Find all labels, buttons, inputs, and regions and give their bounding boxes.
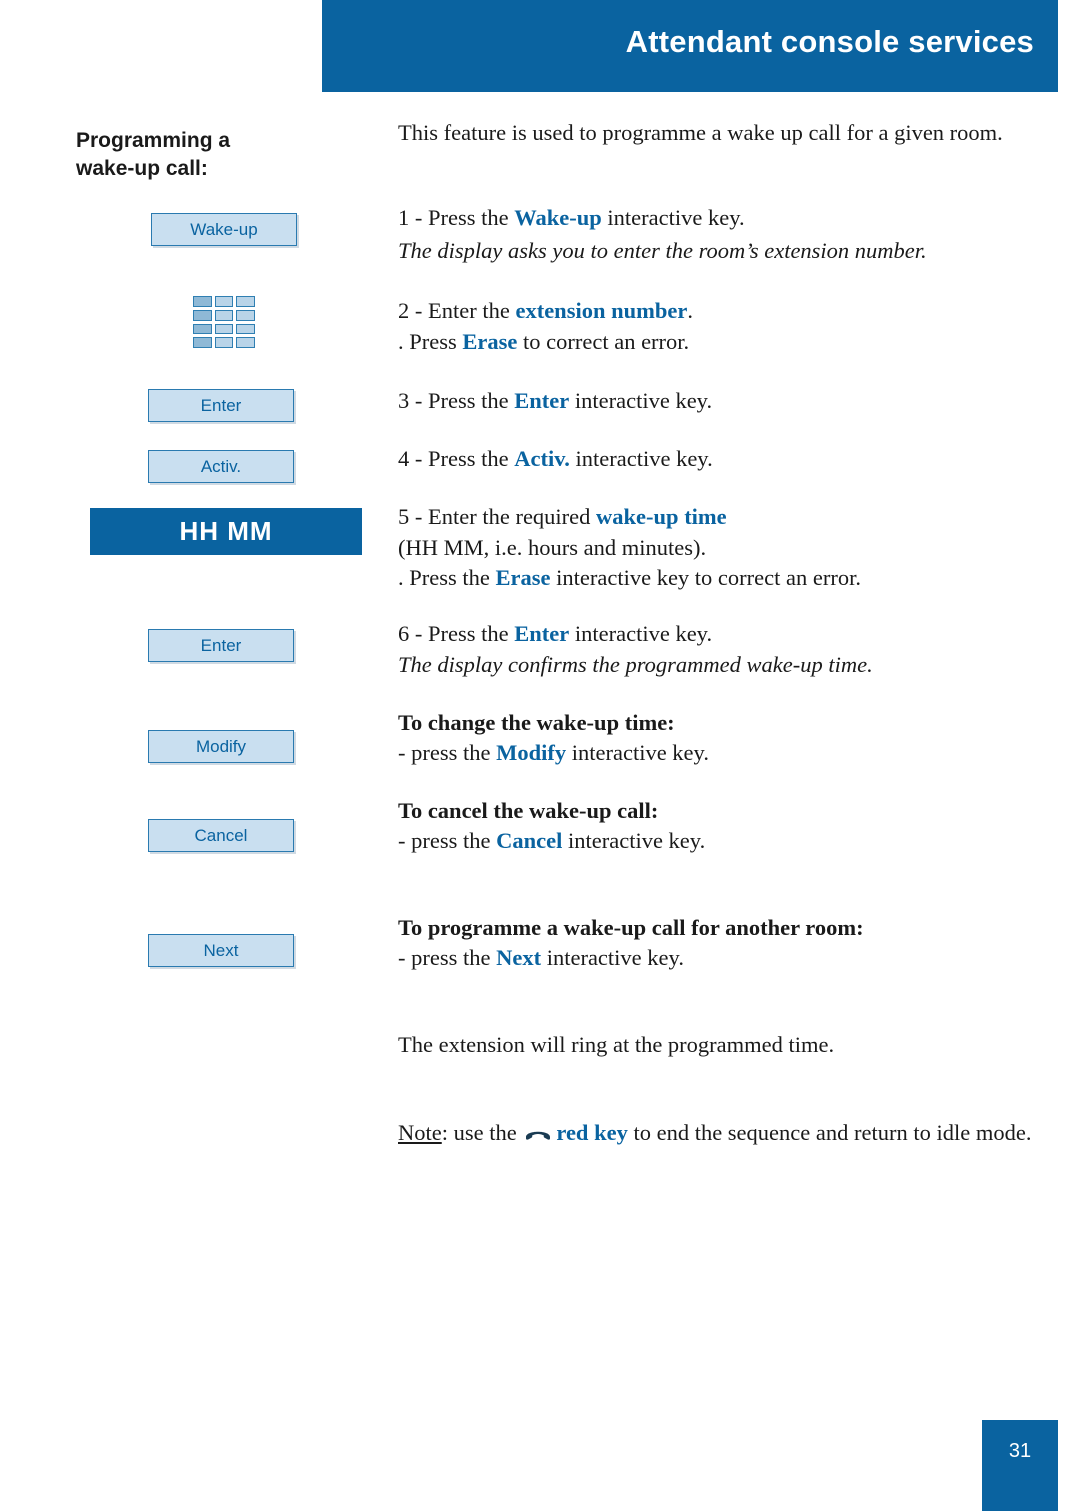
softkey-next-label: Next <box>203 940 239 960</box>
keypad-key <box>193 323 212 335</box>
step-5-erase-post: interactive key to correct an error. <box>550 565 861 590</box>
softkey-modify[interactable]: Modify <box>148 730 294 763</box>
cancel-post: interactive key. <box>562 828 706 853</box>
keypad-key <box>236 323 255 335</box>
step-4-key: Activ. <box>514 446 570 471</box>
softkey-enter-1-label: Enter <box>200 395 242 415</box>
step-4: 4 - Press the Activ. interactive key. <box>398 444 1048 474</box>
step-5-pre: 5 - Enter the required <box>398 504 597 529</box>
intro-paragraph: This feature is used to programme a wake… <box>398 120 1003 145</box>
step-5-erase-pre: . Press the <box>398 565 496 590</box>
softkey-activ-label: Activ. <box>200 456 242 476</box>
note-post: to end the sequence and return to idle m… <box>627 1120 1032 1145</box>
section-title: Programming a wake-up call: <box>76 127 316 183</box>
step-2-post: . <box>687 298 693 323</box>
keypad-key <box>214 323 234 335</box>
note-paragraph: Note: use the red key to end the sequenc… <box>398 1118 1058 1148</box>
note-key: red key <box>556 1120 628 1145</box>
softkey-modify-label: Modify <box>195 736 247 756</box>
step-2-erase-post: to correct an error. <box>517 329 690 354</box>
keypad-key <box>214 309 234 321</box>
softkey-next[interactable]: Next <box>148 934 294 967</box>
cancel-key: Cancel <box>496 828 563 853</box>
step-1-post: interactive key. <box>601 205 745 230</box>
step-1-key: Wake-up <box>514 205 602 230</box>
softkey-wake-up-label: Wake-up <box>190 219 258 239</box>
hhmm-display-text: HH MM <box>179 516 273 546</box>
step-6-note: The display confirms the programmed wake… <box>398 652 873 677</box>
step-5-erase-key: Erase <box>495 565 551 590</box>
keypad-key <box>193 337 212 348</box>
softkey-cancel[interactable]: Cancel <box>148 819 294 852</box>
change-key: Modify <box>496 740 567 765</box>
softkey-enter-2[interactable]: Enter <box>148 629 294 662</box>
another-room-instruction: - press the Next interactive key. <box>398 943 1048 973</box>
change-post: interactive key. <box>566 740 709 765</box>
change-pre: - press the <box>398 740 497 765</box>
keypad-key <box>214 296 234 307</box>
header-bar: Attendant console services <box>322 0 1058 92</box>
step-5-erase: . Press the Erase interactive key to cor… <box>398 563 1058 593</box>
cancel-pre: - press the <box>398 828 497 853</box>
change-instruction: - press the Modify interactive key. <box>398 738 1048 768</box>
step-2-key: extension number <box>515 298 688 323</box>
step-6-pre: 6 - Press the <box>398 621 515 646</box>
step-4-pre: 4 - Press the <box>398 446 515 471</box>
keypad-key <box>236 337 255 348</box>
softkey-enter-1[interactable]: Enter <box>148 389 294 422</box>
change-heading: To change the wake-up time: <box>398 710 675 735</box>
red-key-handset-icon <box>524 1119 552 1140</box>
softkey-enter-2-label: Enter <box>200 635 242 655</box>
page-number: 31 <box>1008 1440 1032 1462</box>
note-label: Note <box>398 1120 442 1145</box>
step-6-key: Enter <box>514 621 570 646</box>
step-3-post: interactive key. <box>569 388 713 413</box>
page-title: Attendant console services <box>625 24 1034 59</box>
section-title-line1: Programming a <box>76 129 231 152</box>
step-6-post: interactive key. <box>569 621 713 646</box>
hhmm-display: HH MM <box>90 508 362 555</box>
step-2-erase-key: Erase <box>462 329 518 354</box>
keypad-key <box>193 296 212 307</box>
step-3-key: Enter <box>514 388 570 413</box>
step-6: 6 - Press the Enter interactive key. <box>398 619 1048 649</box>
step-1: 1 - Press the Wake-up interactive key. <box>398 203 1048 233</box>
cancel-instruction: - press the Cancel interactive key. <box>398 826 1048 856</box>
step-1-note: The display asks you to enter the room’s… <box>398 238 927 263</box>
step-3: 3 - Press the Enter interactive key. <box>398 386 1048 416</box>
softkey-cancel-label: Cancel <box>194 825 248 845</box>
keypad-key <box>214 337 234 348</box>
step-1-pre: 1 - Press the <box>398 205 515 230</box>
step-2-erase-pre: . Press <box>398 329 463 354</box>
step-5-key: wake-up time <box>596 504 727 529</box>
another-post: interactive key. <box>541 945 684 970</box>
keypad-key <box>193 309 212 321</box>
another-room-heading: To programme a wake-up call for another … <box>398 915 864 940</box>
step-2: 2 - Enter the extension number. <box>398 296 1048 326</box>
step-5-detail: (HH MM, i.e. hours and minutes). <box>398 535 707 560</box>
another-pre: - press the <box>398 945 497 970</box>
step-3-pre: 3 - Press the <box>398 388 515 413</box>
keypad-icon <box>193 296 255 348</box>
softkey-wake-up[interactable]: Wake-up <box>151 213 297 246</box>
step-5: 5 - Enter the required wake-up time <box>398 502 1048 532</box>
note-pre: : use the <box>441 1120 523 1145</box>
left-column: Programming a wake-up call: Wake-up Ente… <box>0 0 362 1511</box>
keypad-key <box>236 309 255 321</box>
footer-block <box>982 1420 1058 1511</box>
another-key: Next <box>496 945 542 970</box>
cancel-heading: To cancel the wake-up call: <box>398 798 659 823</box>
step-4-post: interactive key. <box>569 446 713 471</box>
softkey-activ[interactable]: Activ. <box>148 450 294 483</box>
section-title-line2: wake-up call: <box>76 157 208 180</box>
ring-paragraph: The extension will ring at the programme… <box>398 1032 835 1057</box>
step-2-erase: . Press Erase to correct an error. <box>398 327 1048 357</box>
step-2-pre: 2 - Enter the <box>398 298 516 323</box>
keypad-key <box>236 296 255 307</box>
